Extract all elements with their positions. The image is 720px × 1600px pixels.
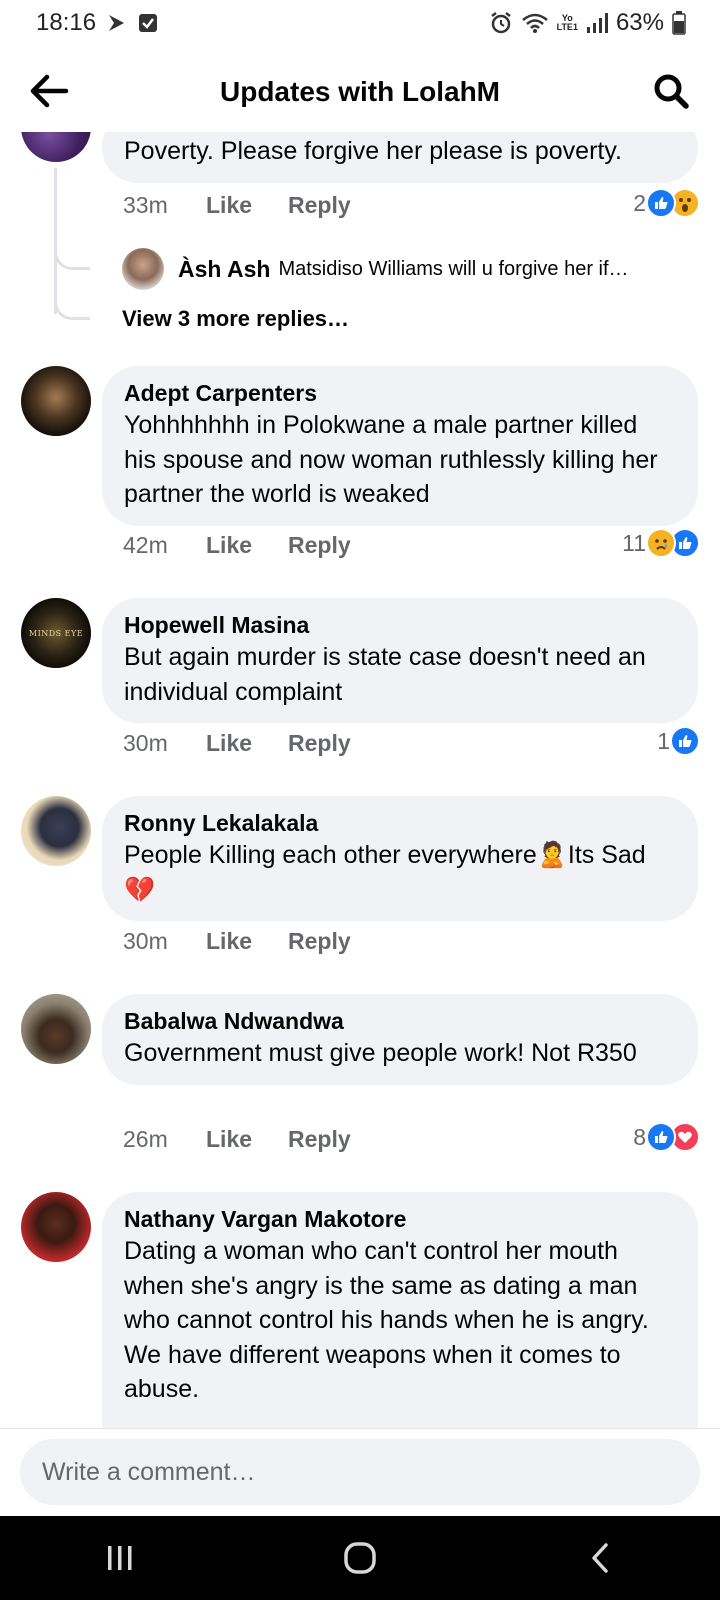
reply-preview[interactable]: Àsh Ash Matsidiso Williams will u forgiv… xyxy=(122,248,629,290)
avatar[interactable] xyxy=(21,994,91,1064)
comment-time: 33m xyxy=(123,192,168,218)
comment-time: 30m xyxy=(123,928,168,954)
reaction-count: 2 xyxy=(633,189,646,216)
comment-author[interactable]: Ronny Lekalakala xyxy=(124,808,676,838)
wifi-icon xyxy=(521,12,549,34)
reply-text: Matsidiso Williams will u forgive her if… xyxy=(278,257,629,280)
search-icon xyxy=(654,74,689,109)
comment-actions: 30m Like Reply xyxy=(123,928,351,955)
reaction-summary[interactable]: 11 xyxy=(622,528,700,558)
reply-button[interactable]: Reply xyxy=(288,730,351,757)
reply-button[interactable]: Reply xyxy=(288,928,351,955)
like-reaction-icon xyxy=(646,188,676,218)
like-button[interactable]: Like xyxy=(206,730,288,757)
thread-connector xyxy=(54,232,90,270)
comment-bubble[interactable]: Adept Carpenters Yohhhhhhh in Polokwane … xyxy=(102,366,698,526)
play-icon xyxy=(106,13,128,33)
comment-bubble[interactable]: Nathany Vargan Makotore Dating a woman w… xyxy=(102,1192,698,1428)
comment-bubble[interactable]: Ronny Lekalakala People Killing each oth… xyxy=(102,796,698,921)
comment-actions: 33m Like Reply xyxy=(123,192,351,219)
view-more-replies-link[interactable]: View 3 more replies… xyxy=(122,306,349,332)
avatar-logo-text: MINDS EYE xyxy=(28,628,84,638)
like-button[interactable]: Like xyxy=(206,532,288,559)
comment-bubble[interactable]: Poverty. Please forgive her please is po… xyxy=(102,132,698,183)
comment-author[interactable]: Adept Carpenters xyxy=(124,378,676,408)
like-reaction-icon xyxy=(670,726,700,756)
network-label: Yo LTE1 xyxy=(556,13,578,32)
recents-button[interactable] xyxy=(80,1528,160,1588)
comment-text: Poverty. Please forgive her please is po… xyxy=(124,137,622,165)
comment-composer-area: Write a comment… xyxy=(0,1428,720,1516)
reaction-summary[interactable]: 1 xyxy=(657,726,700,756)
avatar[interactable] xyxy=(21,1192,91,1262)
avatar[interactable]: MINDS EYE xyxy=(21,598,91,668)
home-icon xyxy=(344,1542,376,1574)
avatar[interactable] xyxy=(21,366,91,436)
emoji: 💔 xyxy=(124,875,156,904)
system-back-button[interactable] xyxy=(560,1528,640,1588)
page-title: Updates with LolahM xyxy=(220,76,500,107)
reply-author[interactable]: Àsh Ash xyxy=(178,256,270,283)
comment-bubble[interactable]: Babalwa Ndwandwa Government must give pe… xyxy=(102,994,698,1085)
sad-reaction-icon xyxy=(646,528,676,558)
like-button[interactable]: Like xyxy=(206,928,288,955)
comment-actions: 30m Like Reply xyxy=(123,730,351,757)
comment-input[interactable]: Write a comment… xyxy=(20,1439,700,1505)
comment-time: 26m xyxy=(123,1126,168,1152)
back-button[interactable] xyxy=(26,68,72,114)
reaction-count: 8 xyxy=(633,1123,646,1150)
check-box-icon xyxy=(138,13,158,33)
reaction-summary[interactable]: 8 xyxy=(633,1122,700,1152)
comment-text: People Killing each other everywhere🙎Its… xyxy=(124,841,646,904)
avatar[interactable] xyxy=(21,796,91,866)
emoji: 🙎 xyxy=(536,841,568,869)
search-button[interactable] xyxy=(648,68,694,114)
signal-icon xyxy=(586,12,608,34)
battery-percent: 63% xyxy=(615,9,664,36)
comment-input-placeholder: Write a comment… xyxy=(42,1457,256,1486)
reaction-count: 1 xyxy=(657,727,670,754)
comment-time: 30m xyxy=(123,730,168,756)
like-button[interactable]: Like xyxy=(206,192,288,219)
like-reaction-icon xyxy=(646,1122,676,1152)
comment-text: But again murder is state case doesn't n… xyxy=(124,643,646,706)
battery-icon xyxy=(672,11,686,35)
comment-text: Yohhhhhhh in Polokwane a male partner ki… xyxy=(124,411,658,508)
comment-author[interactable]: Babalwa Ndwandwa xyxy=(124,1006,676,1036)
comment-text: Government must give people work! Not R3… xyxy=(124,1039,637,1067)
avatar[interactable] xyxy=(122,248,164,290)
system-nav-bar xyxy=(0,1516,720,1600)
comments-feed[interactable]: Poverty. Please forgive her please is po… xyxy=(0,132,720,1428)
avatar[interactable] xyxy=(21,132,91,162)
reply-button[interactable]: Reply xyxy=(288,1126,351,1153)
like-button[interactable]: Like xyxy=(206,1126,288,1153)
reaction-count: 11 xyxy=(622,529,646,556)
app-header: Updates with LolahM xyxy=(0,56,720,128)
alarm-icon xyxy=(489,11,513,35)
home-button[interactable] xyxy=(320,1528,400,1588)
comment-author[interactable]: Hopewell Masina xyxy=(124,610,676,640)
comment-time: 42m xyxy=(123,532,168,558)
recents-icon xyxy=(108,1546,132,1570)
reply-button[interactable]: Reply xyxy=(288,192,351,219)
comment-actions: 26m Like Reply xyxy=(123,1126,351,1153)
status-bar: 18:16 Yo LTE1 63% xyxy=(0,0,720,46)
comment-bubble[interactable]: Hopewell Masina But again murder is stat… xyxy=(102,598,698,723)
reaction-summary[interactable]: 2 xyxy=(633,188,700,218)
thread-connector xyxy=(54,282,90,320)
arrow-left-icon xyxy=(30,74,69,108)
comment-text: Dating a woman who can't control her mou… xyxy=(124,1237,649,1403)
back-chevron-icon xyxy=(592,1543,608,1573)
comment-actions: 42m Like Reply xyxy=(123,532,351,559)
reply-button[interactable]: Reply xyxy=(288,532,351,559)
comment-author[interactable]: Nathany Vargan Makotore xyxy=(124,1204,676,1234)
status-time: 18:16 xyxy=(36,9,97,36)
